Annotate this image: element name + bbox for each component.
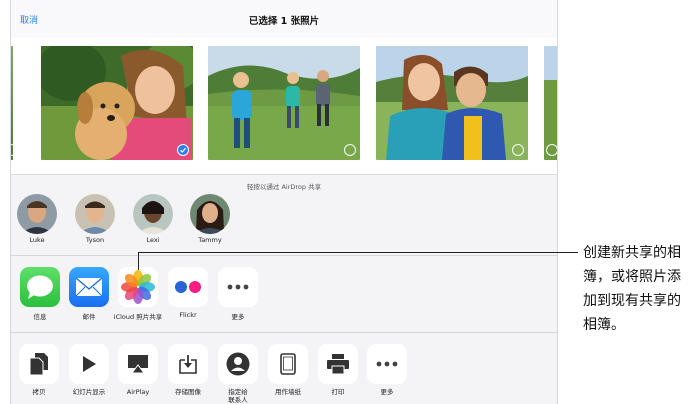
action-airplay[interactable]: AirPlay [112, 344, 164, 396]
photo-girl-and-boy-image [376, 46, 528, 160]
action-use-as-wallpaper[interactable]: 用作墙纸 [262, 344, 314, 396]
mail-icon [69, 267, 109, 307]
flickr-icon [168, 267, 208, 307]
page-title: 已选择 1 张照片 [248, 16, 320, 27]
photos-icon [118, 267, 158, 307]
avatar [75, 194, 115, 234]
selection-circle[interactable] [546, 144, 557, 156]
share-app-icloud-photo-sharing[interactable]: iCloud 照片共享 [112, 267, 164, 321]
selection-circle[interactable] [344, 144, 356, 156]
callout-annotation: 创建新共享的相簿，或将照片添加到现有共享的相簿。 [583, 245, 681, 333]
callout-leader-horizontal [138, 252, 578, 253]
photo-girl-and-boy[interactable] [376, 46, 528, 160]
photo-partial-left[interactable] [11, 46, 13, 160]
photo-kids-running[interactable] [208, 46, 360, 160]
action-label: 更多 [380, 388, 394, 396]
share-app-messages[interactable]: 信息 [14, 267, 66, 321]
share-sheet: 取消 已选择 1 张照片 轻按以通过 AirDrop 共享 Luke Tyson… [10, 0, 558, 404]
action-slideshow[interactable]: 幻灯片显示 [63, 344, 115, 396]
navigation-bar: 取消 已选择 1 张照片 [11, 0, 557, 39]
action-label: 幻灯片显示 [72, 388, 106, 396]
action-label: 拷贝 [32, 388, 46, 396]
avatar [17, 194, 57, 234]
app-label: 邮件 [82, 313, 96, 321]
action-label: 用作墙纸 [275, 388, 301, 396]
person-name: Tyson [85, 236, 105, 244]
action-assign-to-contact[interactable]: 指定给 联系人 [212, 344, 264, 404]
airplay-icon [118, 344, 158, 384]
photo-girl-with-puppy[interactable] [41, 46, 193, 160]
airdrop-person-luke[interactable]: Luke [15, 194, 59, 244]
selected-check-icon[interactable] [177, 144, 189, 156]
airdrop-caption: 轻按以通过 AirDrop 共享 [246, 183, 322, 191]
selection-circle[interactable] [512, 144, 524, 156]
save-image-icon [168, 344, 208, 384]
messages-icon [20, 267, 60, 307]
action-label: AirPlay [126, 388, 150, 396]
action-more[interactable]: 更多 [361, 344, 413, 396]
more-icon [367, 344, 407, 384]
photo-strip[interactable] [11, 38, 557, 175]
callout-leader-vertical [138, 252, 139, 270]
action-copy[interactable]: 拷贝 [13, 344, 65, 396]
person-name: Luke [29, 236, 45, 244]
app-label: Flickr [179, 311, 197, 319]
share-app-more[interactable]: 更多 [212, 267, 264, 321]
action-label: 存储图像 [175, 388, 201, 396]
airdrop-person-tammy[interactable]: Tammy [188, 194, 232, 244]
share-app-flickr[interactable]: Flickr [162, 267, 214, 319]
avatar [190, 194, 230, 234]
app-label: iCloud 照片共享 [113, 313, 163, 321]
more-icon [218, 267, 258, 307]
action-print[interactable]: 打印 [312, 344, 364, 396]
print-icon [318, 344, 358, 384]
app-label: 更多 [231, 313, 245, 321]
photo-partial-right[interactable] [544, 46, 557, 160]
action-label: 指定给 联系人 [228, 388, 248, 404]
airdrop-person-tyson[interactable]: Tyson [73, 194, 117, 244]
contact-icon [218, 344, 258, 384]
selection-circle[interactable] [11, 144, 13, 156]
copy-icon [19, 344, 59, 384]
app-label: 信息 [33, 313, 47, 321]
person-name: Lexi [146, 236, 160, 244]
divider [11, 332, 557, 333]
wallpaper-icon [268, 344, 308, 384]
person-name: Tammy [198, 236, 222, 244]
share-app-mail[interactable]: 邮件 [63, 267, 115, 321]
photo-kids-running-image [208, 46, 360, 160]
photo-girl-with-puppy-image [41, 46, 193, 160]
action-label: 打印 [331, 388, 345, 396]
divider [11, 255, 557, 256]
action-save-image[interactable]: 存储图像 [162, 344, 214, 396]
airdrop-person-lexi[interactable]: Lexi [131, 194, 175, 244]
avatar [133, 194, 173, 234]
play-icon [69, 344, 109, 384]
